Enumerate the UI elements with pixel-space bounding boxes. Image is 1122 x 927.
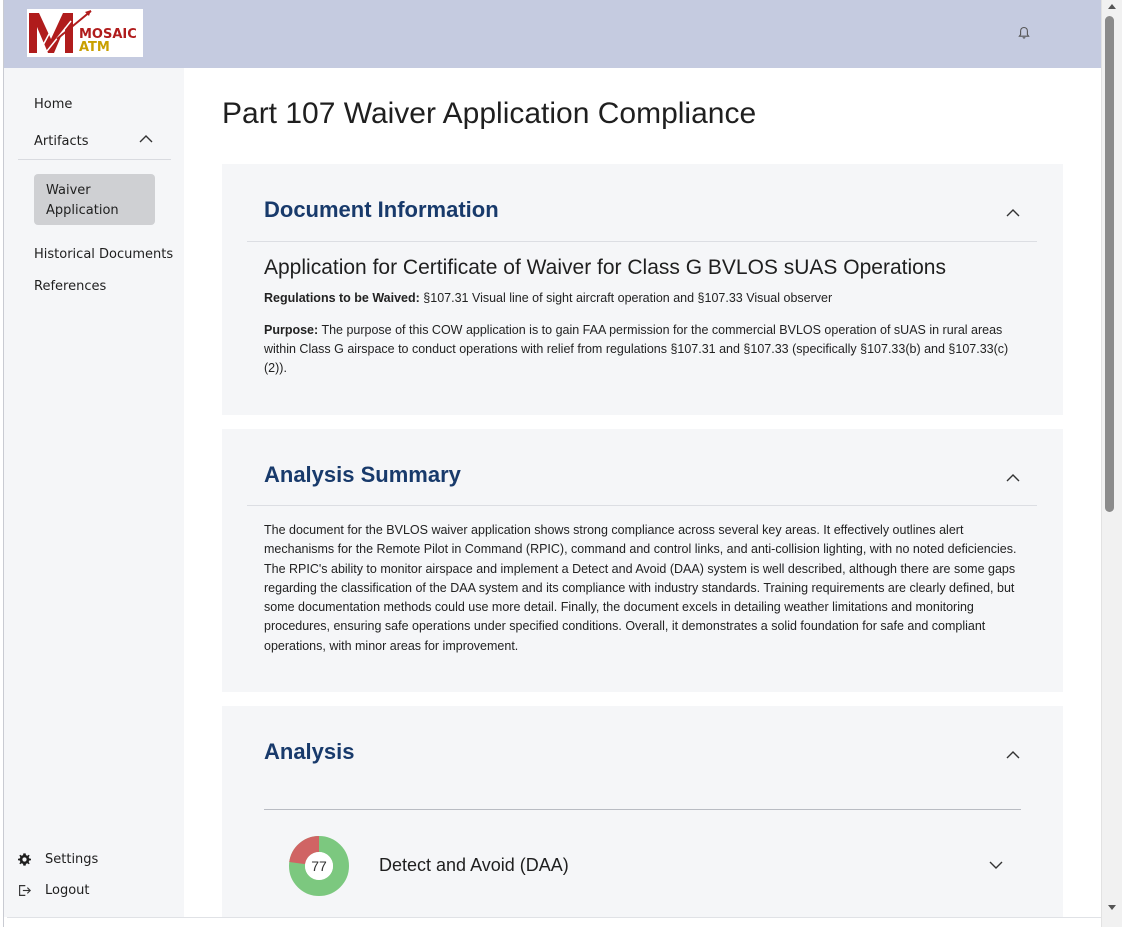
bell-icon[interactable] xyxy=(1016,25,1032,41)
analysis-card: Analysis 77 Detect and Avoid (DAA) xyxy=(222,706,1063,917)
document-heading: Application for Certificate of Waiver fo… xyxy=(264,256,946,279)
sidebar: Home Artifacts Waiver Application Histor… xyxy=(4,68,184,917)
analysis-title[interactable]: Analysis xyxy=(264,739,355,765)
sidebar-item-references[interactable]: References xyxy=(34,279,106,294)
gear-icon xyxy=(18,853,31,866)
sidebar-item-logout[interactable]: Logout xyxy=(18,883,90,898)
analysis-divider xyxy=(264,809,1021,810)
regulations-line: Regulations to be Waived: §107.31 Visual… xyxy=(264,289,1024,308)
card-divider xyxy=(247,505,1037,506)
document-information-card: Document Information Application for Cer… xyxy=(222,164,1063,415)
purpose-label: Purpose: xyxy=(264,323,319,337)
regulations-label: Regulations to be Waived: xyxy=(264,291,420,305)
score-value: 77 xyxy=(311,858,327,874)
main-content: Part 107 Waiver Application Compliance D… xyxy=(184,68,1102,917)
scroll-down-arrow-icon[interactable] xyxy=(1108,905,1116,910)
card-divider xyxy=(247,241,1037,242)
analysis-summary-text: The document for the BVLOS waiver applic… xyxy=(264,523,1017,653)
logout-label: Logout xyxy=(45,883,90,898)
analysis-summary-card: Analysis Summary The document for the BV… xyxy=(222,429,1063,692)
logout-icon xyxy=(19,885,31,896)
sidebar-item-home[interactable]: Home xyxy=(34,97,72,112)
sidebar-divider xyxy=(18,159,171,160)
analysis-item-daa-title[interactable]: Detect and Avoid (DAA) xyxy=(379,855,569,876)
scrollbar-thumb[interactable] xyxy=(1105,16,1114,512)
chevron-up-icon[interactable] xyxy=(139,134,153,144)
mosaic-atm-logo[interactable]: MOSAIC ATM xyxy=(27,9,143,57)
sidebar-item-waiver-application[interactable]: Waiver Application xyxy=(34,174,155,225)
regulations-value: §107.31 Visual line of sight aircraft op… xyxy=(423,291,833,305)
window-bottom-edge xyxy=(7,917,1105,927)
purpose-line: Purpose: The purpose of this COW applica… xyxy=(264,321,1024,378)
sidebar-item-settings[interactable]: Settings xyxy=(18,852,98,867)
purpose-value: The purpose of this COW application is t… xyxy=(264,323,1009,375)
vertical-scrollbar[interactable] xyxy=(1101,0,1122,927)
top-header: MOSAIC ATM xyxy=(4,0,1102,68)
analysis-summary-title[interactable]: Analysis Summary xyxy=(264,462,461,488)
scroll-up-arrow-icon[interactable] xyxy=(1108,4,1116,9)
sidebar-item-artifacts[interactable]: Artifacts xyxy=(34,134,89,149)
chevron-down-icon[interactable] xyxy=(989,861,1003,870)
settings-label: Settings xyxy=(45,852,99,867)
document-information-title[interactable]: Document Information xyxy=(264,197,499,223)
page-title: Part 107 Waiver Application Compliance xyxy=(222,97,757,130)
chevron-up-icon[interactable] xyxy=(1005,473,1021,483)
chevron-up-icon[interactable] xyxy=(1005,208,1021,218)
chevron-up-icon[interactable] xyxy=(1005,750,1021,760)
sidebar-item-historical-documents[interactable]: Historical Documents xyxy=(34,247,173,262)
app-window: MOSAIC ATM Home Artifacts Waiver Applica… xyxy=(3,0,1105,927)
logo-text-atm: ATM xyxy=(79,40,110,55)
